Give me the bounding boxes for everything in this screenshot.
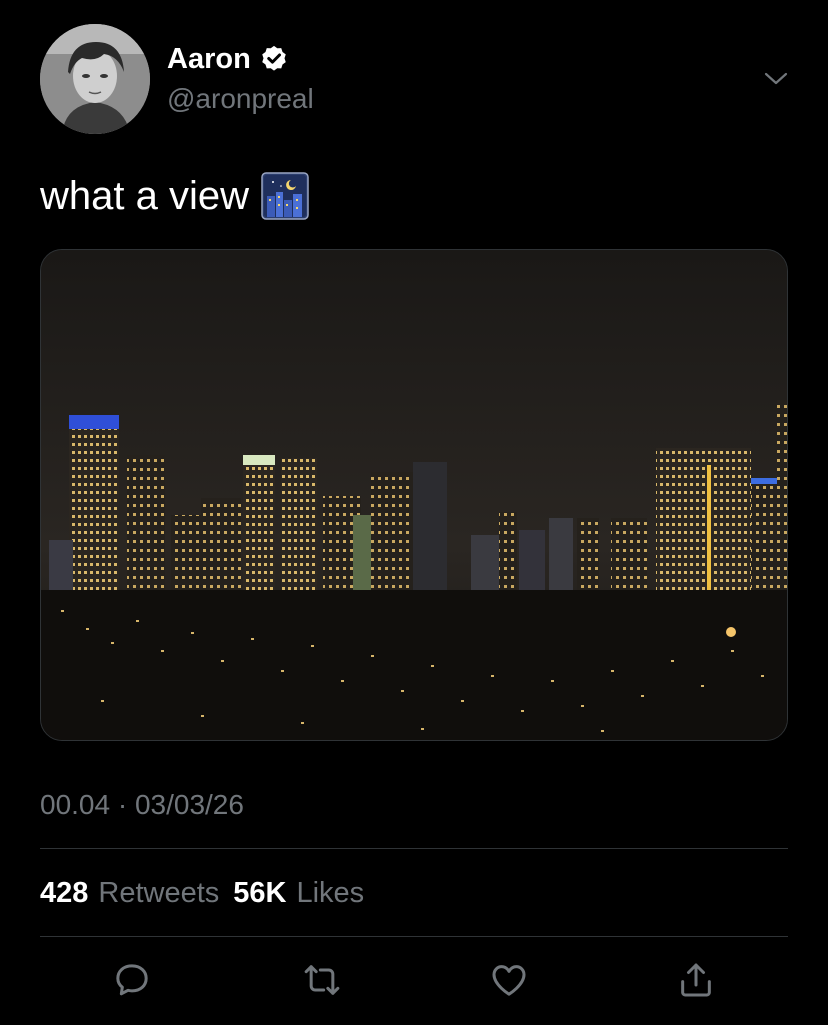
heart-icon: [492, 965, 526, 996]
like-button[interactable]: [484, 955, 534, 1005]
retweets-count: 428: [40, 877, 89, 909]
avatar[interactable]: [40, 24, 150, 134]
verified-badge-icon: [262, 45, 286, 71]
profile-photo-icon: [40, 24, 150, 134]
likes-count: 56K: [233, 877, 287, 909]
tweet-timestamp[interactable]: 00.04 · 03/03/26: [40, 785, 244, 825]
tweet-actions: [40, 955, 788, 1005]
reply-button[interactable]: [107, 955, 157, 1005]
retweets-label: Retweets: [98, 877, 220, 909]
likes-label: Likes: [296, 877, 365, 909]
tweet-stats: 428 Retweets 56K Likes: [40, 872, 364, 914]
display-name[interactable]: Aaron: [167, 42, 251, 76]
retweet-button[interactable]: [297, 955, 347, 1005]
speech-bubble-icon: [116, 964, 148, 996]
author-handle[interactable]: @aronpreal: [167, 82, 314, 116]
tweet-media[interactable]: [40, 249, 788, 741]
divider: [40, 848, 788, 849]
likes-stat[interactable]: 56K Likes: [233, 872, 364, 914]
share-icon: [681, 963, 711, 997]
chevron-down-icon[interactable]: [762, 64, 790, 92]
retweets-stat[interactable]: 428 Retweets: [40, 872, 219, 914]
tweet-text-content: what a view: [40, 174, 249, 218]
share-button[interactable]: [671, 955, 721, 1005]
night-city-skyline-photo-icon: [41, 250, 787, 740]
author-name-row[interactable]: Aaron: [167, 42, 289, 76]
divider: [40, 936, 788, 937]
retweet-icon: [304, 965, 340, 995]
tweet-header: Aaron @aronpreal: [40, 24, 790, 136]
tweet-text: what a view: [40, 168, 309, 224]
night-city-emoji-icon: [261, 172, 309, 220]
